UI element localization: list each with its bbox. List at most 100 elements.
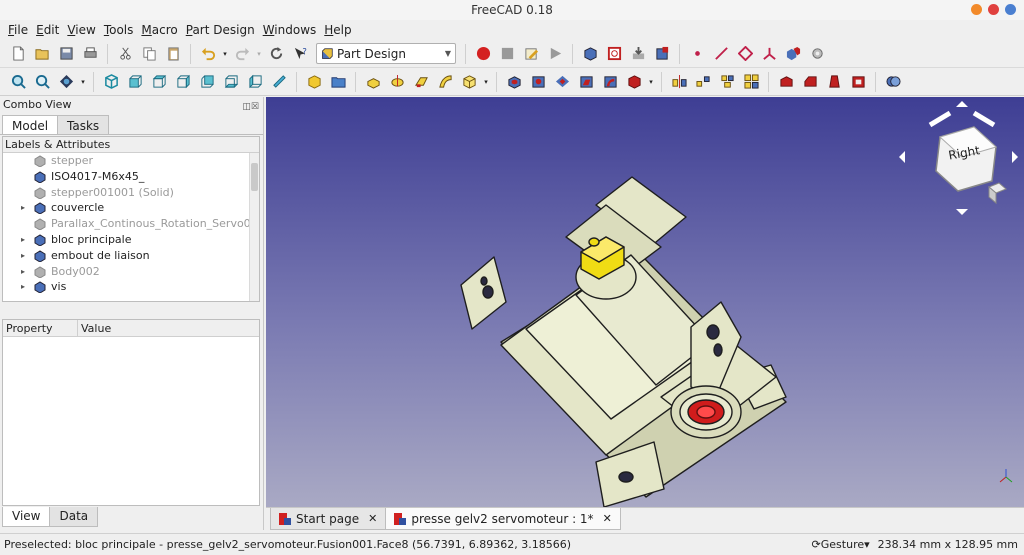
scrollbar-thumb[interactable] (251, 163, 258, 191)
create-sketch-button[interactable] (603, 43, 625, 65)
close-tab-icon[interactable]: ✕ (368, 512, 377, 525)
expand-arrow-icon[interactable]: ▸ (21, 232, 25, 248)
rotate-left-arrow-icon[interactable] (928, 110, 952, 128)
menu-windows[interactable]: Windows (259, 20, 321, 40)
create-part-button[interactable] (303, 71, 325, 93)
multi-transform-button[interactable] (740, 71, 762, 93)
minimize-button[interactable] (971, 4, 982, 15)
subtractive-loft-button[interactable] (575, 71, 597, 93)
draft-button[interactable] (823, 71, 845, 93)
expand-arrow-icon[interactable]: ▸ (21, 248, 25, 264)
view-front-button[interactable] (124, 71, 146, 93)
create-body-button[interactable] (579, 43, 601, 65)
view-isometric-button[interactable] (100, 71, 122, 93)
menu-help[interactable]: Help (320, 20, 355, 40)
arrow-right-icon[interactable] (1012, 151, 1018, 163)
subtractive-primitive-button[interactable] (623, 71, 645, 93)
redo-button[interactable] (231, 43, 253, 65)
menu-part-design[interactable]: Part Design (182, 20, 259, 40)
doc-tab-start-page[interactable]: Start page ✕ (270, 508, 387, 530)
close-tab-icon[interactable]: ✕ (603, 512, 612, 525)
menu-file[interactable]: File (4, 20, 32, 40)
arrow-up-icon[interactable] (956, 101, 968, 107)
print-button[interactable] (79, 43, 101, 65)
clone-button[interactable] (782, 43, 804, 65)
tree-item[interactable]: ▸ couvercle (3, 200, 249, 216)
tree-item[interactable]: stepper001001 (Solid) (3, 185, 249, 201)
arrow-down-icon[interactable] (956, 209, 968, 215)
shape-binder-button[interactable] (651, 43, 673, 65)
additive-primitive-button[interactable] (458, 71, 480, 93)
macro-record-button[interactable] (472, 43, 494, 65)
validate-sketch-button[interactable] (627, 43, 649, 65)
datum-point-button[interactable] (686, 43, 708, 65)
menu-edit[interactable]: Edit (32, 20, 63, 40)
tab-view[interactable]: View (2, 507, 51, 527)
sub-shape-binder-button[interactable] (806, 43, 828, 65)
cut-button[interactable] (114, 43, 136, 65)
revolution-button[interactable] (386, 71, 408, 93)
linear-pattern-button[interactable] (692, 71, 714, 93)
subtractive-primitive-dropdown[interactable]: ▾ (647, 71, 655, 93)
menu-tools[interactable]: Tools (100, 20, 138, 40)
whats-this-button[interactable]: ? (289, 43, 311, 65)
tab-data[interactable]: Data (49, 507, 99, 527)
draw-style-dropdown[interactable]: ▾ (79, 71, 87, 93)
new-document-button[interactable] (7, 43, 29, 65)
save-button[interactable] (55, 43, 77, 65)
arrow-left-icon[interactable] (899, 151, 905, 163)
pad-button[interactable] (362, 71, 384, 93)
additive-loft-button[interactable] (410, 71, 432, 93)
tree-scrollbar[interactable] (249, 153, 259, 301)
subtractive-pipe-button[interactable] (599, 71, 621, 93)
paste-button[interactable] (162, 43, 184, 65)
view-right-button[interactable] (172, 71, 194, 93)
macro-edit-button[interactable] (520, 43, 542, 65)
navigation-style-selector[interactable]: ⟳Gesture▾ (812, 534, 870, 555)
expand-arrow-icon[interactable]: ▸ (21, 264, 25, 280)
tree-item[interactable]: ▸ vis (3, 279, 249, 295)
measure-button[interactable] (268, 71, 290, 93)
tree-item[interactable]: ▸ embout de liaison (3, 248, 249, 264)
chamfer-button[interactable] (799, 71, 821, 93)
thickness-button[interactable] (847, 71, 869, 93)
fillet-button[interactable] (775, 71, 797, 93)
datum-line-button[interactable] (710, 43, 732, 65)
view-left-button[interactable] (244, 71, 266, 93)
rotate-right-arrow-icon[interactable] (972, 110, 996, 128)
create-group-button[interactable] (327, 71, 349, 93)
open-document-button[interactable] (31, 43, 53, 65)
panel-float-close-icon[interactable]: ◫☒ (242, 99, 259, 115)
refresh-button[interactable] (265, 43, 287, 65)
undo-dropdown[interactable]: ▾ (221, 43, 229, 65)
navigation-cube[interactable]: Right (894, 97, 1024, 230)
datum-plane-button[interactable] (734, 43, 756, 65)
additive-pipe-button[interactable] (434, 71, 456, 93)
macro-stop-button[interactable] (496, 43, 518, 65)
hole-button[interactable] (527, 71, 549, 93)
tree-item[interactable]: ▸ bloc principale (3, 232, 249, 248)
fit-all-button[interactable] (7, 71, 29, 93)
tree-item[interactable]: ISO4017-M6x45_ (3, 169, 249, 185)
additive-primitive-dropdown[interactable]: ▾ (482, 71, 490, 93)
fit-selection-button[interactable] (31, 71, 53, 93)
draw-style-button[interactable] (55, 71, 77, 93)
undo-button[interactable] (197, 43, 219, 65)
boolean-button[interactable] (882, 71, 904, 93)
local-cs-button[interactable] (758, 43, 780, 65)
close-button[interactable] (1005, 4, 1016, 15)
doc-tab-presse[interactable]: presse gelv2 servomoteur : 1* ✕ (385, 508, 621, 530)
tree-item[interactable]: Parallax_Continous_Rotation_Servo00 (3, 216, 249, 232)
menu-macro[interactable]: Macro (137, 20, 181, 40)
view-rear-button[interactable] (196, 71, 218, 93)
tree-item[interactable]: ▸ Body002 (3, 264, 249, 280)
3d-viewport[interactable]: Right (266, 97, 1024, 507)
tab-tasks[interactable]: Tasks (57, 115, 110, 134)
redo-dropdown[interactable]: ▾ (255, 43, 263, 65)
view-bottom-button[interactable] (220, 71, 242, 93)
pocket-button[interactable] (503, 71, 525, 93)
maximize-button[interactable] (988, 4, 999, 15)
tree-item[interactable]: stepper (3, 153, 249, 169)
macro-run-button[interactable] (544, 43, 566, 65)
polar-pattern-button[interactable] (716, 71, 738, 93)
